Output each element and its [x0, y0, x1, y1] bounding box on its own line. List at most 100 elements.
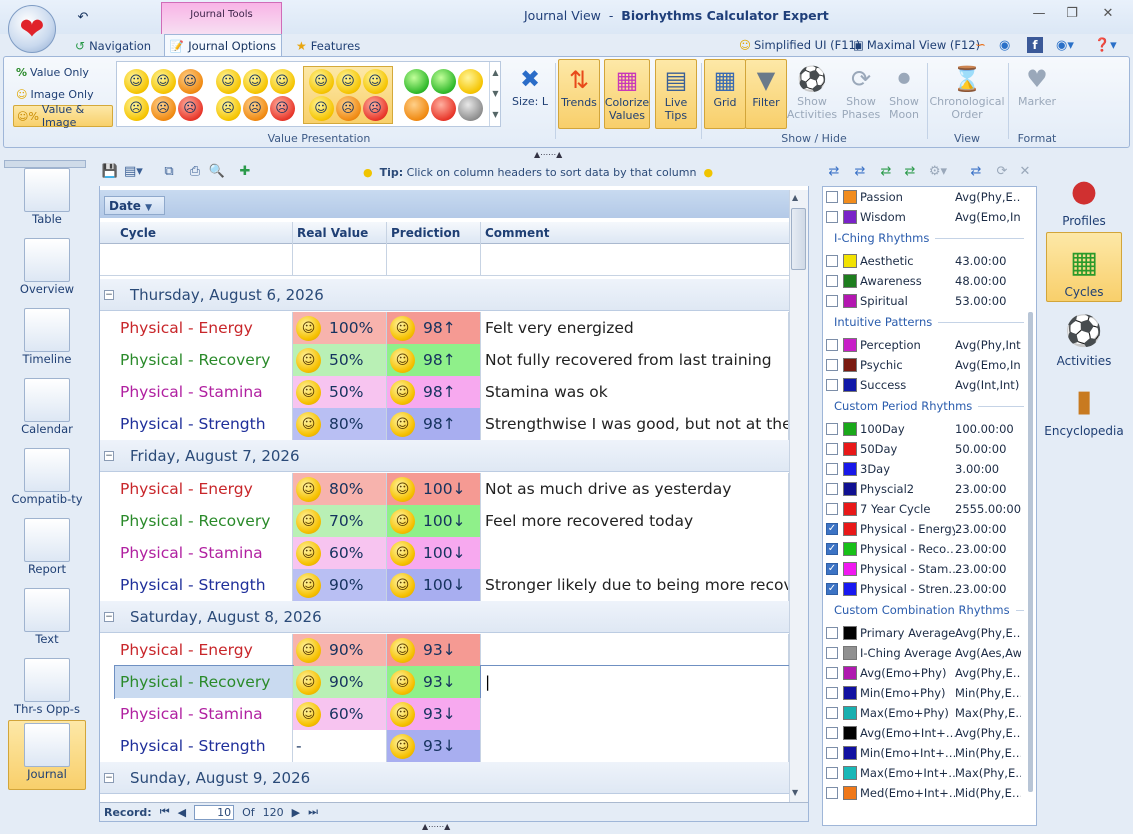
table-row[interactable]: Physical - Strength ☺ 90% ☺ 100↓ Stronger lik… [115, 569, 789, 601]
rhythm-item[interactable]: ✓ Physical - Stam… 23.00:00 [826, 559, 1026, 579]
facebook-icon[interactable]: f [1027, 37, 1043, 53]
size-button[interactable]: ✖ Size: L [510, 59, 550, 129]
prediction-cell[interactable]: ☺ 93↓ [387, 698, 481, 730]
rhythm-checkbox[interactable] [826, 667, 838, 679]
table-row[interactable]: Physical - Energy ☺ 90% ☺ 93↓ [115, 634, 789, 666]
rhythm-checkbox[interactable] [826, 191, 838, 203]
rhythm-checkbox[interactable] [826, 379, 838, 391]
rhythm-checkbox[interactable] [826, 463, 838, 475]
maximize-button[interactable]: ❐ [1057, 6, 1087, 24]
chronological-order-button[interactable]: ⌛ Chronological Order [929, 59, 1004, 129]
rhythms-scrollbar[interactable] [1028, 312, 1033, 792]
swap-icon[interactable]: ⇄ [850, 164, 870, 179]
scroll-down-arrow[interactable]: ▼ [792, 788, 798, 797]
show-moon-button[interactable]: ⚫ Show Moon [882, 59, 926, 129]
real-value-cell[interactable]: ☺ 80% [293, 408, 387, 440]
cycle-cell[interactable]: Physical - Energy [115, 634, 293, 666]
rhythm-checkbox[interactable] [826, 747, 838, 759]
rhythm-item[interactable]: Passion Avg(Phy,E… [826, 187, 1026, 207]
rhythm-item[interactable]: Avg(Emo+Int+… Avg(Phy,E… [826, 723, 1026, 743]
comment-cell[interactable]: Not as much drive as yesterday [481, 473, 789, 505]
prediction-cell[interactable]: ☺ 100↓ [387, 569, 481, 601]
rhythm-checkbox[interactable] [826, 727, 838, 739]
rhythm-item[interactable]: ✓ Physical - Reco… 23.00:00 [826, 539, 1026, 559]
group-header[interactable]: − Thursday, August 6, 2026 [100, 279, 789, 311]
collapse-toggle-icon[interactable]: − [104, 450, 114, 461]
rhythm-checkbox[interactable] [826, 275, 838, 287]
bottom-collapse-grip[interactable]: ▲⋯⋯▲ [422, 822, 450, 831]
prediction-cell[interactable]: ☺ 93↓ [387, 730, 481, 762]
filter-button[interactable]: ▼ Filter [745, 59, 787, 129]
prediction-cell[interactable]: ☺ 100↓ [387, 505, 481, 537]
collapse-toggle-icon[interactable]: − [104, 611, 114, 622]
rhythm-item[interactable]: 50Day 50.00:00 [826, 439, 1026, 459]
nav-text[interactable]: Text [8, 586, 86, 654]
nav-timeline[interactable]: Timeline [8, 306, 86, 374]
rss-icon[interactable]: ∽ [975, 36, 986, 54]
rhythm-item[interactable]: I-Ching Average Avg(Aes,Aw [826, 643, 1026, 663]
comment-cell[interactable]: Strengthwise I was good, but not at the… [481, 408, 789, 440]
ribbon-collapse-grip[interactable]: ▲⋯⋯▲ [534, 150, 562, 159]
live-tips-button[interactable]: ▤ Live Tips [655, 59, 697, 129]
print-preview-icon[interactable]: 🔍 [208, 164, 226, 180]
rhythm-item[interactable]: Avg(Emo+Phy) Avg(Phy,E… [826, 663, 1026, 683]
prediction-cell[interactable]: ☺ 98↑ [387, 376, 481, 408]
collapse-toggle-icon[interactable]: − [104, 289, 114, 300]
last-record-icon[interactable]: ⏭ [308, 805, 318, 819]
face-style-basic[interactable]: ☺ ☺ ☺ ☹ ☹ ☹ [121, 66, 205, 124]
cycle-cell[interactable]: Physical - Stamina [115, 698, 293, 730]
rhythm-checkbox[interactable] [826, 211, 838, 223]
real-value-cell[interactable]: ☺ 50% [293, 344, 387, 376]
refresh-icon[interactable]: ⇄ [966, 164, 986, 179]
next-record-icon[interactable]: ▶ [292, 806, 300, 819]
table-row[interactable]: Physical - Strength ☺ 80% ☺ 98↑ Strengthwise … [115, 408, 789, 440]
nav-table[interactable]: Table [8, 166, 86, 234]
rhythm-item[interactable]: Min(Emo+Phy) Min(Phy,E… [826, 683, 1026, 703]
rhythm-item[interactable]: Success Avg(Int,Int) [826, 375, 1026, 395]
tab-features[interactable]: ★ Features [296, 36, 360, 56]
group-by-date-chip[interactable]: Date ▼ [104, 196, 165, 215]
print-icon[interactable]: ⎙ [186, 164, 204, 180]
rhythm-checkbox[interactable] [826, 339, 838, 351]
rhythm-checkbox[interactable]: ✓ [826, 543, 838, 555]
rhythm-item[interactable]: Max(Emo+Phy) Max(Phy,E… [826, 703, 1026, 723]
comment-cell[interactable]: Felt very energized [481, 312, 789, 344]
group-header[interactable]: − Saturday, August 8, 2026 [100, 601, 789, 633]
cycle-cell[interactable]: Physical - Strength [115, 730, 293, 762]
comment-cell[interactable]: Not fully recovered from last training [481, 344, 789, 376]
show-phases-button[interactable]: ⟳ Show Phases [839, 59, 883, 129]
comment-cell[interactable] [481, 634, 789, 666]
minimize-button[interactable]: — [1024, 6, 1054, 24]
prediction-cell[interactable]: ☺ 93↓ [387, 634, 481, 666]
table-row[interactable]: Physical - Energy ☺ 80% ☺ 100↓ Not as much dr… [115, 473, 789, 505]
prediction-cell[interactable]: ☺ 100↓ [387, 473, 481, 505]
rhythm-checkbox[interactable]: ✓ [826, 523, 838, 535]
rhythm-item[interactable]: Primary Average Avg(Phy,E… [826, 623, 1026, 643]
comment-cell[interactable]: Feel more recovered today [481, 505, 789, 537]
rhythm-checkbox[interactable] [826, 295, 838, 307]
table-row[interactable]: Physical - Recovery ☺ 50% ☺ 98↑ Not fully rec… [115, 344, 789, 376]
real-value-cell[interactable]: ☺ 90% [293, 569, 387, 601]
rhythm-checkbox[interactable] [826, 707, 838, 719]
comment-cell[interactable] [481, 730, 789, 762]
real-value-cell[interactable]: ☺ 60% [293, 537, 387, 569]
table-row[interactable]: Physical - Strength - ☺ 93↓ [115, 730, 789, 762]
colorize-values-button[interactable]: ▦ Colorize Values [604, 59, 650, 129]
rhythm-item[interactable]: Physcial2 23.00:00 [826, 479, 1026, 499]
previous-record-icon[interactable]: ◀ [178, 806, 186, 819]
grid-scrollbar[interactable] [789, 190, 808, 802]
filter-row[interactable] [100, 244, 789, 276]
collapse-toggle-icon[interactable]: − [104, 772, 114, 783]
comment-cell[interactable]: Stronger likely due to being more recov… [481, 569, 789, 601]
app-menu-orb[interactable]: ❤ [8, 5, 56, 53]
col-comment[interactable]: Comment [481, 222, 789, 244]
save-icon[interactable]: 💾 [101, 164, 119, 180]
rhythm-checkbox[interactable] [826, 443, 838, 455]
prediction-cell[interactable]: ☺ 100↓ [387, 537, 481, 569]
image-only-option[interactable]: ☺ Image Only [13, 83, 113, 105]
rhythm-item[interactable]: ✓ Physical - Energy 23.00:00 [826, 519, 1026, 539]
cycle-cell[interactable]: Physical - Strength [115, 569, 293, 601]
record-number-input[interactable]: 10 [194, 804, 235, 820]
scroll-up-arrow[interactable]: ▲ [792, 193, 798, 202]
rhythm-item[interactable]: ✓ Physical - Stren… 23.00:00 [826, 579, 1026, 599]
